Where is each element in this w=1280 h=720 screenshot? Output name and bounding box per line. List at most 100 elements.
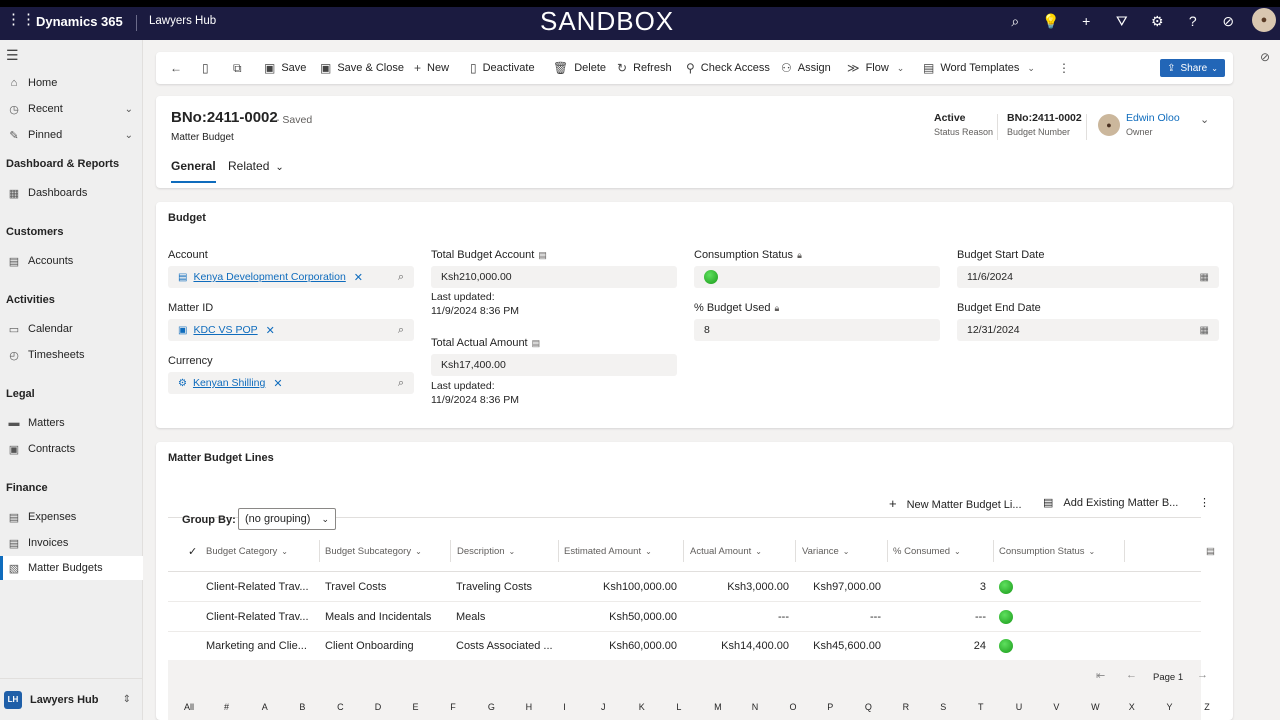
filter-icon[interactable]: ⛛: [1104, 8, 1140, 34]
alphabet-letter[interactable]: E: [413, 702, 419, 712]
calendar-icon[interactable]: ▦: [1200, 325, 1209, 336]
app-name[interactable]: Lawyers Hub: [136, 15, 216, 31]
alphabet-letter[interactable]: F: [450, 702, 456, 712]
more-commands-button[interactable]: ⋮: [1058, 52, 1076, 84]
tab-general[interactable]: General: [171, 159, 216, 183]
alphabet-letter[interactable]: K: [639, 702, 645, 712]
lightbulb-icon[interactable]: 💡: [1033, 8, 1069, 34]
save-close-button[interactable]: ▣ Save & Close: [320, 52, 404, 84]
column-divider[interactable]: [795, 540, 796, 562]
check-access-button[interactable]: ⚲ Check Access: [686, 52, 770, 84]
copilot-side-icon[interactable]: ⊘: [1260, 50, 1270, 64]
column-divider[interactable]: [683, 540, 684, 562]
open-new-window-button[interactable]: ⧉: [233, 52, 248, 84]
alphabet-letter[interactable]: L: [676, 702, 681, 712]
alphabet-letter[interactable]: Y: [1167, 702, 1173, 712]
cell-category[interactable]: Client-Related Trav...: [206, 581, 314, 593]
account-link[interactable]: Kenya Development Corporation: [193, 271, 345, 283]
chevron-down-icon[interactable]: ⌄: [125, 104, 133, 115]
column-divider[interactable]: [1124, 540, 1125, 562]
search-icon[interactable]: ⌕: [398, 271, 404, 284]
gear-icon[interactable]: ⚙: [1140, 8, 1176, 34]
add-existing-button[interactable]: ▤ Add Existing Matter B...: [1043, 496, 1178, 509]
alphabet-letter[interactable]: V: [1053, 702, 1059, 712]
currency-lookup[interactable]: ⚙ Kenyan Shilling ✕ ⌕: [168, 372, 414, 394]
column-divider[interactable]: [450, 540, 451, 562]
column-divider[interactable]: [319, 540, 320, 562]
alphabet-letter[interactable]: #: [224, 702, 229, 712]
sidebar-item-matter-budgets[interactable]: ▧ Matter Budgets: [0, 556, 143, 580]
column-header-subcategory[interactable]: Budget Subcategory ⌄: [325, 542, 422, 560]
brand-title[interactable]: Dynamics 365: [36, 14, 123, 29]
column-divider[interactable]: [993, 540, 994, 562]
cell-category[interactable]: Client-Related Trav...: [206, 611, 314, 623]
group-by-select[interactable]: (no grouping) ⌄: [238, 508, 336, 530]
calendar-icon[interactable]: ▦: [1200, 272, 1209, 283]
account-lookup[interactable]: ▤ Kenya Development Corporation ✕ ⌕: [168, 266, 414, 288]
save-button[interactable]: ▣ Save: [264, 52, 306, 84]
alphabet-letter[interactable]: J: [601, 702, 606, 712]
sidebar-item-matters[interactable]: ▬ Matters: [0, 411, 143, 435]
sidebar-item-pinned[interactable]: ✎ Pinned ⌄: [0, 123, 143, 147]
delete-button[interactable]: 🗑 Delete: [553, 52, 606, 84]
alphabet-letter[interactable]: N: [752, 702, 759, 712]
sidebar-item-calendar[interactable]: ▭ Calendar: [0, 317, 143, 341]
area-switcher[interactable]: LH Lawyers Hub ⇕: [0, 678, 143, 720]
column-header-actual[interactable]: Actual Amount ⌄: [690, 542, 762, 560]
matter-link[interactable]: KDC VS POP: [193, 324, 257, 336]
back-button[interactable]: ←: [170, 52, 188, 84]
search-icon[interactable]: ⌕: [398, 324, 404, 337]
copilot-icon[interactable]: ⊘: [1211, 8, 1247, 34]
sidebar-item-contracts[interactable]: ▣ Contracts: [0, 437, 143, 461]
select-all-checkbox[interactable]: ✓: [188, 542, 197, 560]
remove-icon[interactable]: ✕: [266, 324, 275, 337]
app-launcher-icon[interactable]: ⋮⋮: [6, 12, 36, 28]
new-button[interactable]: + New: [414, 52, 449, 84]
column-divider[interactable]: [887, 540, 888, 562]
alphabet-letter[interactable]: H: [526, 702, 533, 712]
column-header-category[interactable]: Budget Category ⌄: [206, 542, 288, 560]
alphabet-letter[interactable]: X: [1129, 702, 1135, 712]
record-set-button[interactable]: ▯: [202, 52, 215, 84]
sidebar-item-invoices[interactable]: ▤ Invoices: [0, 531, 143, 555]
alphabet-letter[interactable]: I: [563, 702, 566, 712]
alphabet-letter[interactable]: U: [1016, 702, 1023, 712]
refresh-button[interactable]: ↻ Refresh: [617, 52, 672, 84]
chevron-updown-icon[interactable]: ⇕: [123, 694, 131, 705]
assign-button[interactable]: ⚇ Assign: [781, 52, 831, 84]
word-templates-button[interactable]: ▤ Word Templates ⌄: [923, 52, 1035, 84]
alphabet-letter[interactable]: Z: [1204, 702, 1210, 712]
sidebar-item-recent[interactable]: ◷ Recent ⌄: [0, 97, 143, 121]
sidebar-item-accounts[interactable]: ▤ Accounts: [0, 249, 143, 273]
previous-page-icon[interactable]: ←: [1126, 669, 1137, 681]
alphabet-letter[interactable]: D: [375, 702, 382, 712]
alphabet-letter[interactable]: G: [488, 702, 495, 712]
user-avatar[interactable]: ●: [1252, 8, 1276, 32]
column-header-description[interactable]: Description ⌄: [457, 542, 515, 560]
deactivate-button[interactable]: ▯ Deactivate: [470, 52, 535, 84]
alphabet-letter[interactable]: R: [903, 702, 910, 712]
column-settings-icon[interactable]: ▤: [1206, 542, 1215, 560]
column-header-estimated[interactable]: Estimated Amount ⌄: [564, 542, 652, 560]
alphabet-letter[interactable]: P: [827, 702, 833, 712]
column-header-consumption-status[interactable]: Consumption Status ⌄: [999, 542, 1095, 560]
remove-icon[interactable]: ✕: [273, 377, 282, 390]
remove-icon[interactable]: ✕: [354, 271, 363, 284]
alphabet-letter[interactable]: B: [299, 702, 305, 712]
chevron-down-icon[interactable]: ⌄: [125, 130, 133, 141]
cell-category[interactable]: Marketing and Clie...: [206, 640, 314, 652]
flow-button[interactable]: ≫ Flow ⌄: [847, 52, 904, 84]
share-button[interactable]: ⇪ Share ⌄: [1160, 59, 1225, 77]
alphabet-letter[interactable]: W: [1091, 702, 1100, 712]
tab-related[interactable]: Related ⌄: [228, 159, 284, 173]
currency-link[interactable]: Kenyan Shilling: [193, 377, 265, 389]
chevron-down-icon[interactable]: ⌄: [1200, 113, 1209, 126]
alphabet-letter[interactable]: A: [262, 702, 268, 712]
alphabet-letter[interactable]: M: [714, 702, 722, 712]
alphabet-letter[interactable]: T: [978, 702, 984, 712]
hamburger-icon[interactable]: ☰: [6, 47, 19, 64]
start-date-field[interactable]: 11/6/2024 ▦: [957, 266, 1219, 288]
plus-icon[interactable]: +: [1069, 8, 1105, 34]
alphabet-letter[interactable]: Q: [865, 702, 872, 712]
sidebar-item-dashboards[interactable]: ▦ Dashboards: [0, 181, 143, 205]
